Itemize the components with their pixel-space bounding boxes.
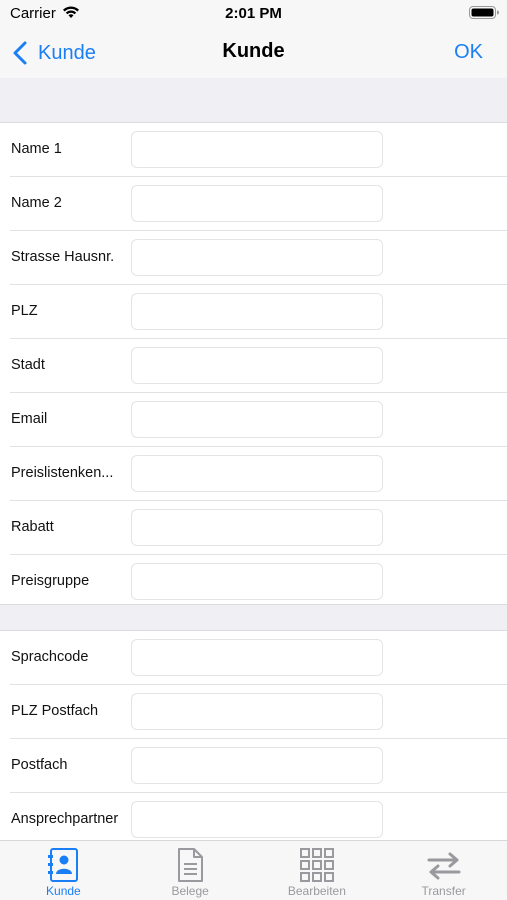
field-label: Postfach [11,757,68,773]
field-label: Email [11,411,48,427]
field-label: Rabatt [11,519,54,535]
form-row-language: Sprachcode [0,631,507,685]
field-label: Preisgruppe [11,573,90,589]
screen: Carrier 2:01 PM Kunde Kunde OK Name 1 Na… [0,0,507,900]
ok-button[interactable]: OK [454,41,483,64]
tab-kunde[interactable]: Kunde [0,841,127,900]
tab-belege[interactable]: Belege [127,841,254,900]
document-icon [178,848,204,882]
battery-icon [469,6,499,19]
tab-label: Bearbeiten [287,884,346,898]
city-field[interactable] [131,347,383,384]
form-row-pricelist: Preislistenken... [0,447,507,501]
field-label: Sprachcode [11,649,89,665]
form-row-email: Email [0,393,507,447]
form-row-name2: Name 2 [0,177,507,231]
field-label: Stadt [11,357,45,373]
zip-field[interactable] [131,293,383,330]
grid-icon [299,848,334,882]
form-row-city: Stadt [0,339,507,393]
field-label: Name 2 [11,195,62,211]
form-row-pobox: Postfach [0,739,507,793]
street-field[interactable] [131,239,383,276]
transfer-arrows-icon [427,852,461,880]
form-row-street: Strasse Hausnr. [0,231,507,285]
pricegroup-field[interactable] [131,563,383,600]
form-row-name1: Name 1 [0,123,507,177]
form-section-main: Name 1 Name 2 Strasse Hausnr. PLZ Stadt [0,122,507,605]
pricelist-field[interactable] [131,455,383,492]
status-time: 2:01 PM [225,5,282,22]
navigation-bar: Kunde Kunde OK [0,28,507,78]
tab-bar: Kunde Belege Bearbeiten Transfer [0,840,507,900]
tab-transfer[interactable]: Transfer [380,841,507,900]
field-label: Strasse Hausnr. [11,249,115,265]
tab-bearbeiten[interactable]: Bearbeiten [254,841,381,900]
field-label: Name 1 [11,141,62,157]
email-field[interactable] [131,401,383,438]
field-label: Preislistenken... [11,465,114,481]
name2-field[interactable] [131,185,383,222]
status-bar: Carrier 2:01 PM [0,0,507,28]
pobox-zip-field[interactable] [131,693,383,730]
form-row-pricegroup: Preisgruppe [0,555,507,609]
form-row-pobox-zip: PLZ Postfach [0,685,507,739]
contact-person-field[interactable] [131,801,383,838]
tab-label: Transfer [421,884,466,898]
discount-field[interactable] [131,509,383,546]
tab-label: Kunde [46,884,81,898]
form-section-additional: Sprachcode PLZ Postfach Postfach Ansprec… [0,630,507,840]
contact-card-icon [48,848,79,882]
language-code-field[interactable] [131,639,383,676]
name1-field[interactable] [131,131,383,168]
form-area: Name 1 Name 2 Strasse Hausnr. PLZ Stadt [0,78,507,840]
page-title: Kunde [222,40,285,62]
form-row-contact: Ansprechpartner [0,793,507,840]
form-row-discount: Rabatt [0,501,507,555]
field-label: Ansprechpartner [11,811,119,827]
field-label: PLZ [11,303,38,319]
pobox-field[interactable] [131,747,383,784]
form-row-zip: PLZ [0,285,507,339]
field-label: PLZ Postfach [11,703,99,719]
tab-label: Belege [171,884,209,898]
